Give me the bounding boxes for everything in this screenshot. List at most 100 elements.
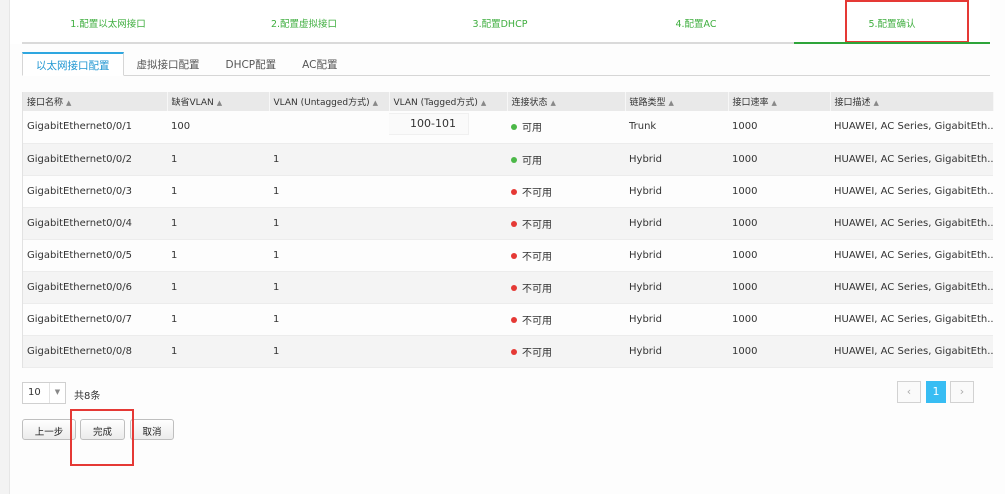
- cell-untagged-vlan: 1: [269, 271, 389, 304]
- status-dot-icon: [511, 252, 517, 259]
- cell-connection-status: 不可用: [507, 207, 625, 240]
- cell-interface-speed: 1000: [728, 239, 830, 272]
- cell-interface-name: GigabitEthernet0/0/1: [23, 111, 167, 144]
- cell-interface-description: HUAWEI, AC Series, GigabitEth...: [830, 303, 993, 336]
- status-dot-icon: [511, 124, 517, 131]
- table-row[interactable]: GigabitEthernet0/0/4 1 1 不可用 Hybrid 1000 HUAWE…: [23, 207, 993, 240]
- tab-virtual-interface-config[interactable]: 虚拟接口配置: [124, 52, 213, 75]
- cell-default-vlan: 1: [167, 335, 269, 368]
- cell-default-vlan: 1: [167, 175, 269, 208]
- page-number-button[interactable]: 1: [926, 381, 946, 403]
- cell-tagged-vlan: [389, 175, 507, 208]
- col-header-interface-name[interactable]: 接口名称 ▲: [23, 92, 168, 111]
- cell-link-type: Hybrid: [625, 207, 728, 240]
- cell-tagged-vlan: [389, 335, 507, 368]
- cell-link-type: Hybrid: [625, 335, 728, 368]
- wizard-step-1[interactable]: 1.配置以太网接口: [10, 0, 206, 44]
- cell-interface-speed: 1000: [728, 335, 830, 368]
- total-count: 共8条: [74, 391, 101, 402]
- left-sidebar-edge: [0, 0, 10, 494]
- cell-link-type: Trunk: [625, 111, 728, 144]
- tab-ac-config[interactable]: AC配置: [289, 52, 350, 75]
- sort-asc-icon[interactable]: ▲: [874, 99, 879, 107]
- table-row[interactable]: GigabitEthernet0/0/7 1 1 不可用 Hybrid 1000 HUAWE…: [23, 303, 993, 336]
- col-header-default-vlan[interactable]: 缺省VLAN ▲: [167, 92, 270, 111]
- next-page-button[interactable]: ›: [950, 381, 974, 403]
- cell-link-type: Hybrid: [625, 271, 728, 304]
- cell-interface-description: HUAWEI, AC Series, GigabitEth...: [830, 335, 993, 368]
- cell-interface-description: HUAWEI, AC Series, GigabitEth...: [830, 175, 993, 208]
- status-dot-icon: [511, 316, 517, 323]
- previous-step-button[interactable]: 上一步: [22, 419, 76, 440]
- cell-connection-status: 可用: [507, 143, 625, 176]
- sort-asc-icon[interactable]: ▲: [66, 99, 71, 107]
- status-dot-icon: [511, 284, 517, 291]
- page-size-select[interactable]: 10 ▼: [22, 382, 66, 404]
- col-header-tagged-vlan[interactable]: VLAN (Tagged方式) ▲: [389, 92, 508, 111]
- sort-asc-icon[interactable]: ▲: [217, 99, 222, 107]
- wizard-step-3[interactable]: 3.配置DHCP: [402, 0, 598, 44]
- sort-asc-icon[interactable]: ▲: [551, 99, 556, 107]
- cell-interface-description: HUAWEI, AC Series, GigabitEth...: [830, 239, 993, 272]
- wizard-step-4[interactable]: 4.配置AC: [598, 0, 794, 44]
- cell-link-type: Hybrid: [625, 175, 728, 208]
- cell-interface-speed: 1000: [728, 111, 830, 144]
- table-row[interactable]: GigabitEthernet0/0/6 1 1 不可用 Hybrid 1000 HUAWE…: [23, 271, 993, 304]
- caret-down-icon[interactable]: ▼: [49, 383, 65, 403]
- cell-untagged-vlan: [269, 111, 389, 144]
- cell-interface-description: HUAWEI, AC Series, GigabitEth...: [830, 143, 993, 176]
- sort-asc-icon[interactable]: ▲: [669, 99, 674, 107]
- prev-page-button[interactable]: ‹: [897, 381, 921, 403]
- cell-interface-name: GigabitEthernet0/0/5: [23, 239, 167, 272]
- col-header-connection-status[interactable]: 连接状态 ▲: [507, 92, 626, 111]
- cell-link-type: Hybrid: [625, 143, 728, 176]
- sort-asc-icon[interactable]: ▲: [772, 99, 777, 107]
- table-body: GigabitEthernet0/0/1 100 100-101 可用 Trunk 100…: [23, 111, 993, 368]
- cell-tagged-vlan: [389, 271, 507, 304]
- interface-table: 接口名称 ▲ 缺省VLAN ▲ VLAN (Untagged方式) ▲ VLAN (T…: [23, 92, 994, 368]
- cell-untagged-vlan: 1: [269, 335, 389, 368]
- finish-button[interactable]: 完成: [80, 419, 125, 440]
- cell-default-vlan: 1: [167, 271, 269, 304]
- table-row[interactable]: GigabitEthernet0/0/3 1 1 不可用 Hybrid 1000 HUAWE…: [23, 175, 993, 208]
- wizard-steps: 1.配置以太网接口 2.配置虚拟接口 3.配置DHCP 4.配置AC 5.配置确…: [10, 0, 990, 44]
- cancel-button[interactable]: 取消: [130, 419, 174, 440]
- table-row[interactable]: GigabitEthernet0/0/8 1 1 不可用 Hybrid 1000 HUAWE…: [23, 335, 993, 368]
- col-header-link-type[interactable]: 链路类型 ▲: [625, 92, 729, 111]
- tab-ethernet-config[interactable]: 以太网接口配置: [22, 52, 124, 76]
- sort-asc-icon[interactable]: ▲: [481, 99, 486, 107]
- cell-interface-name: GigabitEthernet0/0/8: [23, 335, 167, 368]
- cell-interface-speed: 1000: [728, 271, 830, 304]
- cell-default-vlan: 1: [167, 143, 269, 176]
- cell-untagged-vlan: 1: [269, 239, 389, 272]
- wizard-step-2[interactable]: 2.配置虚拟接口: [206, 0, 402, 44]
- table-row[interactable]: GigabitEthernet0/0/2 1 1 可用 Hybrid 1000 HUAWEI…: [23, 143, 993, 176]
- table-header-row: 接口名称 ▲ 缺省VLAN ▲ VLAN (Untagged方式) ▲ VLAN (T…: [23, 92, 994, 111]
- tagged-vlan-input[interactable]: 100-101: [389, 113, 469, 135]
- table-row[interactable]: GigabitEthernet0/0/1 100 100-101 可用 Trunk 100…: [23, 111, 993, 144]
- col-header-untagged-vlan[interactable]: VLAN (Untagged方式) ▲: [269, 92, 390, 111]
- cell-link-type: Hybrid: [625, 239, 728, 272]
- table-row[interactable]: GigabitEthernet0/0/5 1 1 不可用 Hybrid 1000 HUAWE…: [23, 239, 993, 272]
- tab-dhcp-config[interactable]: DHCP配置: [213, 52, 290, 75]
- cell-interface-speed: 1000: [728, 175, 830, 208]
- cell-tagged-vlan: [389, 239, 507, 272]
- cell-interface-name: GigabitEthernet0/0/4: [23, 207, 167, 240]
- cell-default-vlan: 1: [167, 239, 269, 272]
- cell-interface-speed: 1000: [728, 303, 830, 336]
- cell-interface-description: HUAWEI, AC Series, GigabitEth...: [830, 111, 993, 144]
- cell-connection-status: 不可用: [507, 271, 625, 304]
- cell-link-type: Hybrid: [625, 303, 728, 336]
- cell-tagged-vlan: 100-101: [389, 111, 507, 144]
- wizard-step-5-active[interactable]: 5.配置确认: [794, 0, 990, 44]
- col-header-interface-description[interactable]: 接口描述 ▲: [830, 92, 994, 111]
- sort-asc-icon[interactable]: ▲: [373, 99, 378, 107]
- status-dot-icon: [511, 348, 517, 355]
- status-dot-icon: [511, 156, 517, 163]
- status-dot-icon: [511, 188, 517, 195]
- col-header-interface-speed[interactable]: 接口速率 ▲: [728, 92, 831, 111]
- cell-tagged-vlan: [389, 143, 507, 176]
- cell-tagged-vlan: [389, 303, 507, 336]
- cell-connection-status: 不可用: [507, 335, 625, 368]
- status-dot-icon: [511, 220, 517, 227]
